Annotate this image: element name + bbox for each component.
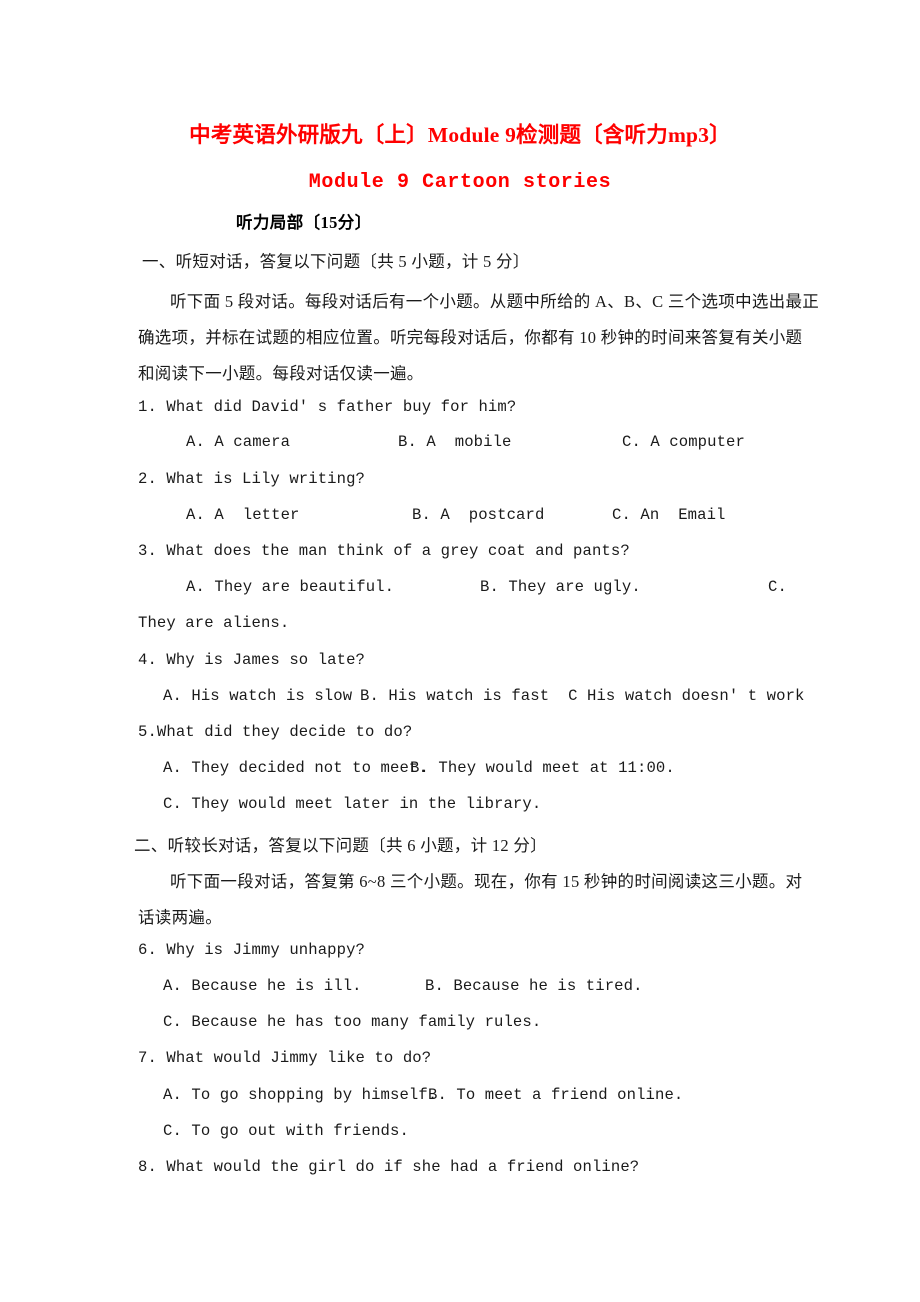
part-two-instruction-line-1: 听下面一段对话，答复第 6~8 三个小题。现在，你有 15 秒钟的时间阅读这三小… — [170, 872, 803, 891]
question-2-option-a[interactable]: A. A letter — [186, 506, 300, 524]
question-5-option-a[interactable]: A. They decided not to meet. — [163, 759, 428, 777]
part-one-instruction-line-1: 听下面 5 段对话。每段对话后有一个小题。从题中所给的 A、B、C 三个选项中选… — [170, 292, 820, 311]
listening-section-heading: 听力局部〔15分〕 — [236, 213, 372, 232]
part-two-instruction-line-2: 话读两遍。 — [138, 908, 222, 927]
part-one-heading: 一、听短对话，答复以下问题〔共 5 小题，计 5 分〕 — [142, 252, 530, 271]
question-5-option-c[interactable]: C. They would meet later in the library. — [163, 795, 541, 813]
question-4-option-bc[interactable]: B. His watch is fast C His watch doesn' … — [360, 687, 805, 705]
question-2-stem: 2. What is Lily writing? — [138, 470, 365, 488]
question-3-option-a[interactable]: A. They are beautiful. — [186, 578, 394, 596]
question-1-stem: 1. What did David' s father buy for him? — [138, 398, 517, 416]
part-one-instruction-line-3: 和阅读下一小题。每段对话仅读一遍。 — [138, 364, 424, 383]
question-7-option-c[interactable]: C. To go out with friends. — [163, 1122, 409, 1140]
question-7-option-b[interactable]: B. To meet a friend online. — [428, 1086, 683, 1104]
question-2-option-c[interactable]: C. An Email — [612, 506, 726, 524]
question-1-option-c[interactable]: C. A computer — [622, 433, 745, 451]
question-6-option-b[interactable]: B. Because he is tired. — [425, 977, 643, 995]
question-1-option-a[interactable]: A. A camera — [186, 433, 290, 451]
question-3-option-c-wrap[interactable]: They are aliens. — [138, 614, 289, 632]
part-one-instruction-line-2: 确选项，并标在试题的相应位置。听完每段对话后，你都有 10 秒钟的时间来答复有关… — [138, 328, 803, 347]
question-6-option-c[interactable]: C. Because he has too many family rules. — [163, 1013, 541, 1031]
question-5-stem: 5.What did they decide to do? — [138, 723, 413, 741]
question-1-option-b[interactable]: B. A mobile — [398, 433, 512, 451]
question-7-option-a[interactable]: A. To go shopping by himself. — [163, 1086, 437, 1104]
question-2-option-b[interactable]: B. A postcard — [412, 506, 544, 524]
question-6-option-a[interactable]: A. Because he is ill. — [163, 977, 362, 995]
question-6-stem: 6. Why is Jimmy unhappy? — [138, 941, 365, 959]
part-two-heading: 二、听较长对话，答复以下问题〔共 6 小题，计 12 分〕 — [134, 836, 547, 855]
question-4-stem: 4. Why is James so late? — [138, 651, 365, 669]
page-title: 中考英语外研版九〔上〕Module 9检测题〔含听力mp3〕 — [189, 123, 731, 147]
question-7-stem: 7. What would Jimmy like to do? — [138, 1049, 432, 1067]
question-4-option-a[interactable]: A. His watch is slow — [163, 687, 352, 705]
question-5-option-b[interactable]: B. They would meet at 11:00. — [410, 759, 675, 777]
module-subtitle: Module 9 Cartoon stories — [308, 171, 612, 194]
question-3-stem: 3. What does the man think of a grey coa… — [138, 542, 630, 560]
question-3-option-c[interactable]: C. — [768, 578, 787, 596]
question-8-stem: 8. What would the girl do if she had a f… — [138, 1158, 640, 1176]
question-3-option-b[interactable]: B. They are ugly. — [480, 578, 641, 596]
exam-page: 中考英语外研版九〔上〕Module 9检测题〔含听力mp3〕 Module 9 … — [0, 0, 920, 1302]
